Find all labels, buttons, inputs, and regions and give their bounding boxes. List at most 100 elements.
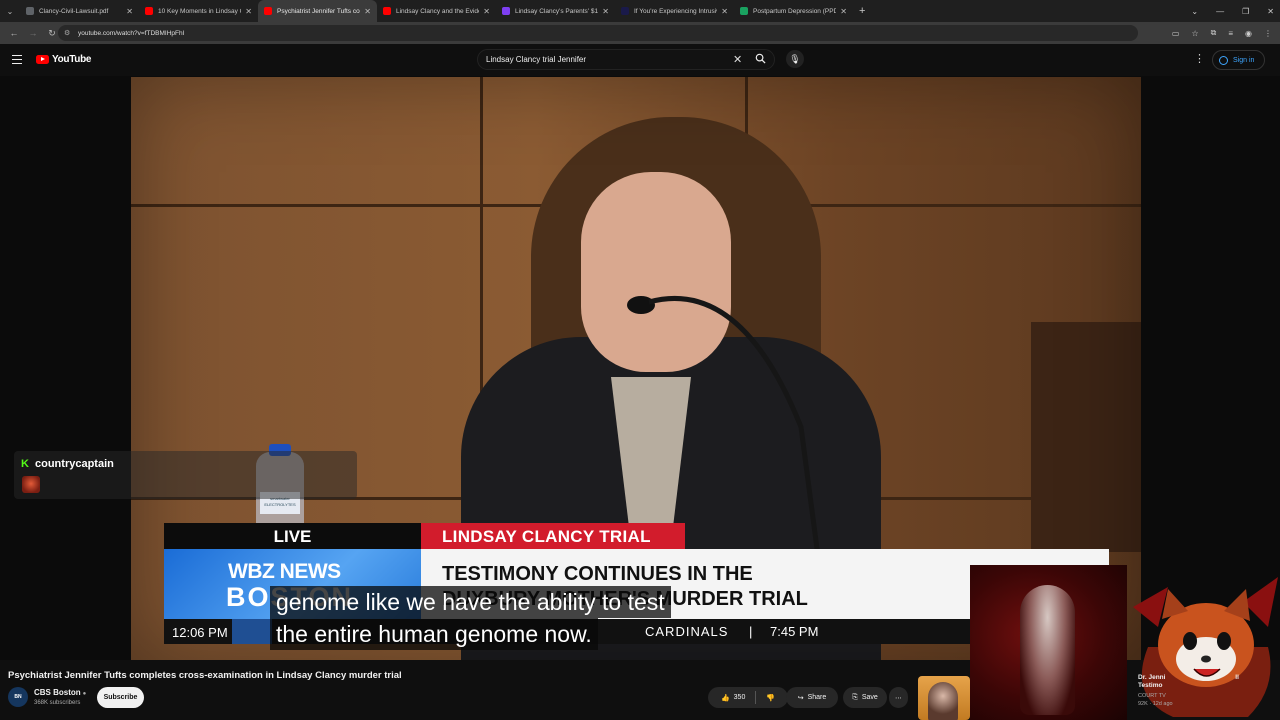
tab-favicon-icon <box>26 7 34 15</box>
channel-name[interactable]: CBS Boston ● <box>34 688 86 697</box>
chat-username: countrycaptain <box>35 458 114 470</box>
rec-views: 92K <box>1138 701 1148 707</box>
browser-tab[interactable]: If You're Experiencing Intrusiv ✕ <box>615 0 734 22</box>
extensions-icon[interactable]: ⧉ <box>1211 28 1217 38</box>
tab-close-icon[interactable]: ✕ <box>602 7 609 16</box>
like-count: 350 <box>733 694 746 701</box>
video-title: Psychiatrist Jennifer Tufts completes cr… <box>8 670 402 681</box>
tab-close-icon[interactable]: ✕ <box>840 7 847 16</box>
tab-favicon-icon <box>502 7 510 15</box>
back-icon[interactable]: ← <box>9 28 19 38</box>
youtube-logo-text: YouTube <box>52 54 92 65</box>
search-input[interactable]: Lindsay Clancy trial Jennifer <box>486 55 586 64</box>
address-toolbar: ← → ↻ ⚙ youtube.com/watch?v=fTDBMIHpFhI … <box>0 22 1280 44</box>
bookmark-star-icon[interactable]: ☆ <box>1191 29 1198 38</box>
ticker-game-time: 7:45 PM <box>770 624 819 639</box>
youtube-header: YouTube Lindsay Clancy trial Jennifer ✕ … <box>0 44 1280 76</box>
cast-icon[interactable]: ▭ <box>1172 29 1180 38</box>
tab-favicon-icon <box>145 7 153 15</box>
close-window-icon[interactable]: ✕ <box>1267 7 1274 16</box>
voice-search-icon[interactable]: 🎙 <box>786 50 804 68</box>
forward-icon[interactable]: → <box>28 28 38 38</box>
closed-captions: genome like we have the ability to test … <box>270 586 671 650</box>
tab-title: Lindsay Clancy and the Eviden <box>396 7 480 15</box>
more-icon: ⋯ <box>895 694 902 702</box>
channel-avatar[interactable]: BN <box>8 687 28 707</box>
verified-check-icon: ● <box>82 691 87 697</box>
tab-close-icon[interactable]: ✕ <box>483 7 490 16</box>
like-divider <box>755 691 757 704</box>
guide-menu-icon[interactable] <box>12 55 22 64</box>
caption-line-2: the entire human genome now. <box>270 618 598 650</box>
browser-tab[interactable]: 10 Key Moments in Lindsay Cl ✕ <box>139 0 258 22</box>
youtube-play-icon <box>36 55 49 64</box>
share-icon: ↪ <box>797 694 804 702</box>
ticker-clock: 12:06 PM <box>172 625 228 640</box>
account-icon <box>1219 55 1228 65</box>
tab-title: Psychiatrist Jennifer Tufts com <box>277 7 361 15</box>
recommended-video-thumbnail[interactable] <box>918 676 970 720</box>
save-label: Save <box>861 694 878 701</box>
subscribe-button[interactable]: Subscribe <box>97 687 144 708</box>
profile-icon[interactable]: ◉ <box>1245 29 1252 38</box>
subscriber-count: 368K subscribers <box>34 700 81 706</box>
like-dislike-button[interactable]: 👍 350 👎 <box>708 687 788 708</box>
maximize-icon[interactable]: ❐ <box>1242 7 1249 16</box>
share-label: Share <box>807 694 827 701</box>
stream-chat-message: K countrycaptain <box>14 451 357 499</box>
chat-emote-icon <box>22 476 40 493</box>
share-button[interactable]: ↪ Share <box>786 687 838 708</box>
new-tab-icon[interactable]: + <box>859 5 865 17</box>
browser-menu-icon[interactable]: ⋮ <box>1264 29 1272 38</box>
rec-title-line1: Dr. Jenni <box>1138 674 1166 681</box>
webcam-figure <box>1020 585 1075 715</box>
tab-close-icon[interactable]: ✕ <box>245 7 252 16</box>
kick-icon: K <box>21 458 29 470</box>
tab-title: Clancy-Civil-Lawsuit.pdf <box>39 7 109 15</box>
browser-tab[interactable]: Psychiatrist Jennifer Tufts com ✕ <box>258 0 377 22</box>
sign-in-button[interactable]: Sign in <box>1212 50 1265 70</box>
recommended-video-meta[interactable]: Dr. Jenni ll Testimo COURT TV 92K · 12d … <box>1138 674 1278 708</box>
tab-list-icon[interactable]: ⌄ <box>0 7 20 16</box>
caption-line-1: genome like we have the ability to test <box>270 586 671 618</box>
thumbs-down-icon[interactable]: 👎 <box>766 694 775 702</box>
sign-in-label: Sign in <box>1233 56 1255 64</box>
search-box[interactable]: Lindsay Clancy trial Jennifer ✕ <box>477 49 775 70</box>
clear-search-icon[interactable]: ✕ <box>733 53 742 66</box>
streamer-webcam-overlay <box>970 565 1127 720</box>
rec-age: 12d ago <box>1152 701 1173 707</box>
browser-tab[interactable]: Postpartum Depression (PPD): ✕ <box>734 0 853 22</box>
browser-tab[interactable]: Lindsay Clancy and the Eviden ✕ <box>377 0 496 22</box>
settings-menu-icon[interactable]: ⋮ <box>1194 52 1205 65</box>
media-icon[interactable]: ≡ <box>1228 29 1233 38</box>
bookmark-icon: ⎘ <box>852 693 858 701</box>
chyron-section-title: LINDSAY CLANCY TRIAL <box>421 523 685 549</box>
tab-title: Postpartum Depression (PPD): <box>753 7 837 15</box>
site-info-icon[interactable]: ⚙ <box>64 29 70 37</box>
rec-title-tail: ll <box>1235 674 1239 681</box>
browser-tab[interactable]: Clancy-Civil-Lawsuit.pdf ✕ <box>20 0 139 22</box>
more-actions-button[interactable]: ⋯ <box>889 687 908 708</box>
thumbnail-face <box>928 682 958 720</box>
browser-tab[interactable]: Lindsay Clancy's Parents' $1 M ✕ <box>496 0 615 22</box>
ticker-separator: | <box>749 624 753 639</box>
thumbs-up-icon[interactable]: 👍 <box>721 694 730 702</box>
save-button[interactable]: ⎘ Save <box>843 687 887 708</box>
minimize-icon[interactable]: — <box>1216 7 1224 16</box>
tab-search-icon[interactable]: ⌄ <box>1191 7 1198 16</box>
tab-close-icon[interactable]: ✕ <box>364 7 371 16</box>
tab-favicon-icon <box>621 7 629 15</box>
browser-tab-bar: ⌄ Clancy-Civil-Lawsuit.pdf ✕ 10 Key Moments… <box>0 0 1280 22</box>
station-logo-line1: WBZ NEWS <box>228 560 341 583</box>
tab-title: Lindsay Clancy's Parents' $1 M <box>515 7 599 15</box>
tab-close-icon[interactable]: ✕ <box>721 7 728 16</box>
youtube-logo[interactable]: YouTube <box>36 54 92 65</box>
search-icon[interactable] <box>755 53 766 64</box>
tab-title: 10 Key Moments in Lindsay Cl <box>158 7 242 15</box>
tab-title: If You're Experiencing Intrusiv <box>634 7 718 15</box>
live-badge: LIVE <box>164 523 421 549</box>
url-bar[interactable]: ⚙ youtube.com/watch?v=fTDBMIHpFhI <box>58 25 1138 41</box>
tab-favicon-icon <box>383 7 391 15</box>
tab-close-icon[interactable]: ✕ <box>126 7 133 16</box>
reload-icon[interactable]: ↻ <box>47 28 57 39</box>
